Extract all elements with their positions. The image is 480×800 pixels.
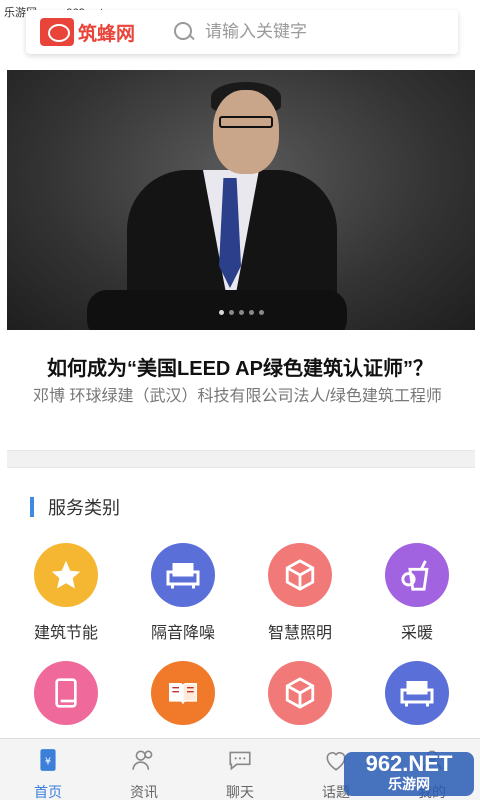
service-item-label: 隔音降噪 <box>150 625 215 642</box>
watermark-logo-top: 962.NET <box>365 751 453 776</box>
search-bar[interactable]: 筑蜂网 <box>26 10 458 54</box>
service-item[interactable] <box>6 661 126 725</box>
logo-icon <box>40 18 74 46</box>
chat-icon <box>226 747 254 778</box>
logo-text: 筑蜂网 <box>78 23 136 45</box>
tab-label: 首页 <box>34 784 62 800</box>
sofa-icon <box>151 543 215 607</box>
service-item[interactable] <box>357 661 477 725</box>
book-icon <box>34 661 98 725</box>
search-icon[interactable] <box>173 21 195 43</box>
cube-icon <box>268 543 332 607</box>
watermark-logo: 962.NET 乐游网 <box>344 752 474 796</box>
service-item[interactable]: 智慧照明 <box>240 543 360 643</box>
sofa-icon <box>385 661 449 725</box>
banner-glasses <box>219 116 273 128</box>
tab-chat[interactable]: 聊天 <box>192 739 288 800</box>
carousel-dot[interactable] <box>248 310 254 315</box>
carousel-dot[interactable] <box>238 310 244 315</box>
section-title: 服务类别 <box>48 498 120 518</box>
cube-icon <box>268 661 332 725</box>
service-item[interactable]: 建筑节能 <box>6 543 126 643</box>
tab-news[interactable]: 资讯 <box>96 739 192 800</box>
service-item[interactable]: 采暖 <box>357 543 477 643</box>
article-title[interactable]: 如何成为“美国LEED AP绿色建筑认证师”？ <box>0 352 480 381</box>
watermark-logo-bottom: 乐游网 <box>388 776 430 792</box>
tab-label: 聊天 <box>226 784 254 800</box>
carousel-dot[interactable] <box>258 310 264 315</box>
service-item-label: 智慧照明 <box>267 625 332 642</box>
drink-icon <box>385 543 449 607</box>
service-item[interactable] <box>123 661 243 725</box>
news-icon <box>130 747 158 778</box>
logo: 筑蜂网 <box>40 18 135 46</box>
tab-label: 资讯 <box>130 784 158 800</box>
open-book-icon <box>151 661 215 725</box>
article-subtitle: 邓博 环球绿建（武汉）科技有限公司法人/绿色建筑工程师 <box>33 388 442 405</box>
svg-text:¥: ¥ <box>45 756 51 767</box>
banner-carousel[interactable] <box>7 70 475 330</box>
search-input[interactable] <box>205 22 426 42</box>
section-header: 服务类别 <box>30 494 120 520</box>
tab-home[interactable]: ¥ 首页 <box>0 739 96 800</box>
section-divider <box>7 450 475 468</box>
banner-head <box>213 90 279 174</box>
service-item[interactable]: 隔音降噪 <box>123 543 243 643</box>
service-item[interactable] <box>240 661 360 725</box>
star-icon <box>34 543 98 607</box>
carousel-dots <box>7 310 475 315</box>
section-accent-bar <box>30 497 34 517</box>
carousel-dot[interactable] <box>228 310 234 315</box>
carousel-dot[interactable] <box>218 310 224 315</box>
service-item-label: 采暖 <box>400 625 433 642</box>
service-item-label: 建筑节能 <box>33 625 98 642</box>
home-icon: ¥ <box>35 747 61 778</box>
